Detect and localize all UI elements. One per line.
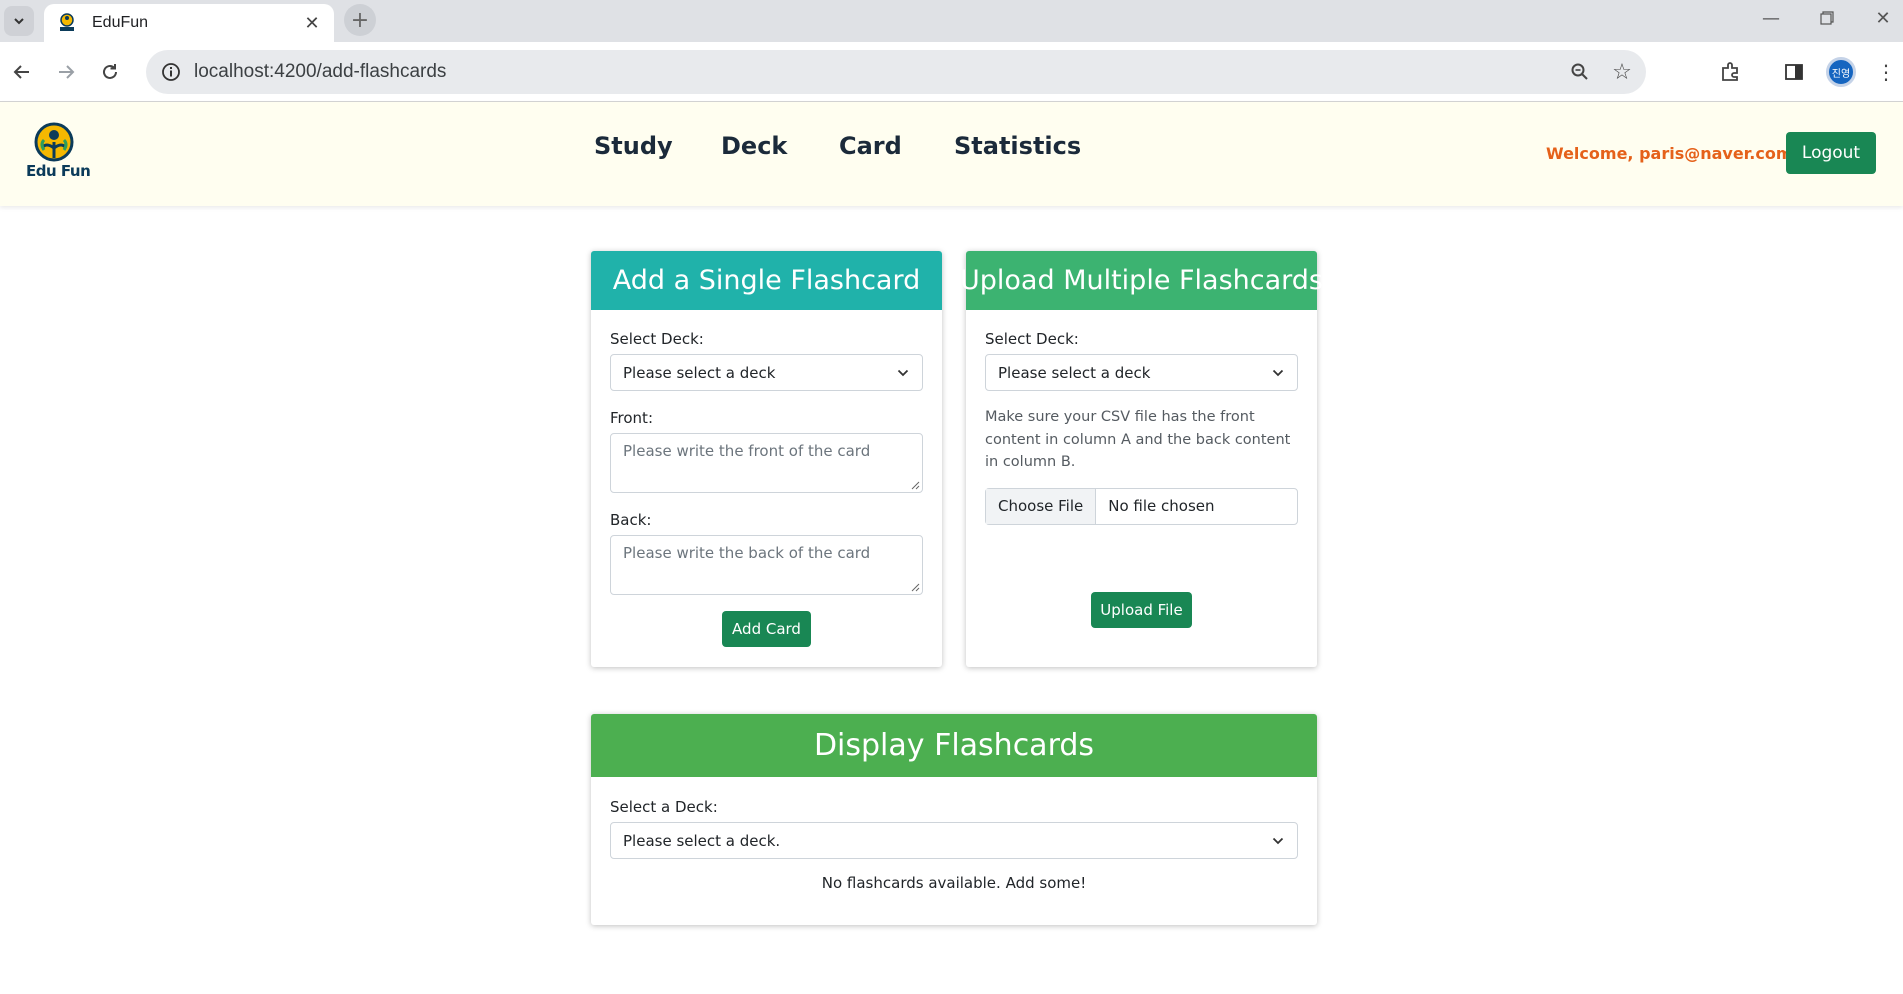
new-tab-icon[interactable]: + bbox=[344, 4, 376, 36]
browser-toolbar: localhost:4200/add-flashcards ☆ 진영 ⋮ bbox=[0, 42, 1903, 102]
upload-flashcards-title: Upload Multiple Flashcards bbox=[960, 251, 1323, 310]
front-label: Front: bbox=[610, 409, 653, 427]
zoom-icon[interactable] bbox=[1562, 54, 1598, 90]
browser-tab-bar: EduFun ✕ + — ✕ bbox=[0, 0, 1903, 42]
choose-file-button[interactable]: Choose File bbox=[986, 488, 1097, 524]
site-info-icon[interactable] bbox=[156, 57, 186, 87]
upload-deck-label: Select Deck: bbox=[985, 330, 1079, 348]
nav-statistics[interactable]: Statistics bbox=[954, 132, 1081, 160]
back-textarea[interactable]: Please write the back of the card bbox=[610, 535, 923, 595]
resize-handle-icon[interactable] bbox=[910, 582, 920, 592]
side-panel-icon[interactable] bbox=[1778, 56, 1810, 88]
deck-label: Select Deck: bbox=[610, 330, 704, 348]
chevron-down-icon bbox=[1272, 837, 1284, 844]
nav-deck[interactable]: Deck bbox=[721, 132, 787, 160]
logout-button[interactable]: Logout bbox=[1786, 132, 1876, 174]
edufun-favicon-icon bbox=[56, 12, 78, 34]
logo-text: Edu Fun bbox=[26, 162, 91, 180]
address-bar[interactable]: localhost:4200/add-flashcards ☆ bbox=[146, 50, 1646, 94]
forward-icon[interactable] bbox=[48, 54, 84, 90]
add-card-button[interactable]: Add Card bbox=[722, 611, 811, 647]
upload-flashcards-card: Upload Multiple Flashcards Select Deck: … bbox=[960, 251, 1323, 667]
reload-icon[interactable] bbox=[92, 54, 128, 90]
browser-tab[interactable]: EduFun ✕ bbox=[44, 4, 334, 42]
deck-select[interactable]: Please select a deck bbox=[610, 354, 923, 391]
single-flashcard-card: Add a Single Flashcard Select Deck: Plea… bbox=[591, 251, 942, 667]
chevron-down-icon bbox=[897, 369, 909, 376]
app-header: Edu Fun Study Deck Card Statistics Welco… bbox=[0, 102, 1903, 206]
display-deck-label: Select a Deck: bbox=[610, 798, 718, 816]
display-deck-select-value: Please select a deck. bbox=[623, 831, 781, 850]
display-flashcards-card: Display Flashcards Select a Deck: Please… bbox=[591, 714, 1317, 925]
upload-deck-select[interactable]: Please select a deck bbox=[985, 354, 1298, 391]
profile-avatar[interactable]: 진영 bbox=[1826, 57, 1856, 87]
browser-menu-icon[interactable]: ⋮ bbox=[1870, 56, 1902, 88]
deck-select-value: Please select a deck bbox=[623, 363, 776, 382]
extensions-icon[interactable] bbox=[1714, 56, 1746, 88]
file-status: No file chosen bbox=[1108, 497, 1215, 515]
file-input[interactable]: Choose File No file chosen bbox=[985, 487, 1298, 525]
back-label: Back: bbox=[610, 511, 652, 529]
minimize-icon[interactable]: — bbox=[1743, 0, 1799, 36]
close-window-icon[interactable]: ✕ bbox=[1855, 0, 1903, 36]
chevron-down-icon bbox=[1272, 369, 1284, 376]
bookmark-star-icon[interactable]: ☆ bbox=[1604, 54, 1640, 90]
empty-flashcards-message: No flashcards available. Add some! bbox=[821, 874, 1087, 892]
display-flashcards-title: Display Flashcards bbox=[591, 714, 1317, 777]
restore-icon[interactable] bbox=[1799, 0, 1855, 36]
front-placeholder: Please write the front of the card bbox=[623, 442, 871, 460]
csv-instructions: Make sure your CSV file has the front co… bbox=[985, 409, 1291, 470]
tab-close-icon[interactable]: ✕ bbox=[300, 11, 324, 35]
welcome-text: Welcome, paris@naver.com! bbox=[1546, 144, 1800, 163]
upload-file-button[interactable]: Upload File bbox=[1091, 591, 1192, 628]
single-flashcard-title: Add a Single Flashcard bbox=[591, 251, 942, 310]
display-deck-select[interactable]: Please select a deck. bbox=[610, 822, 1298, 859]
back-placeholder: Please write the back of the card bbox=[623, 544, 871, 562]
tab-search-chevron-icon[interactable] bbox=[4, 6, 34, 36]
back-icon[interactable] bbox=[4, 54, 40, 90]
nav-card[interactable]: Card bbox=[839, 132, 902, 160]
tab-title: EduFun bbox=[92, 14, 149, 31]
nav-study[interactable]: Study bbox=[594, 132, 673, 160]
front-textarea[interactable]: Please write the front of the card bbox=[610, 433, 923, 493]
url-text: localhost:4200/add-flashcards bbox=[194, 61, 447, 82]
upload-deck-select-value: Please select a deck bbox=[998, 363, 1151, 382]
resize-handle-icon[interactable] bbox=[910, 480, 920, 490]
